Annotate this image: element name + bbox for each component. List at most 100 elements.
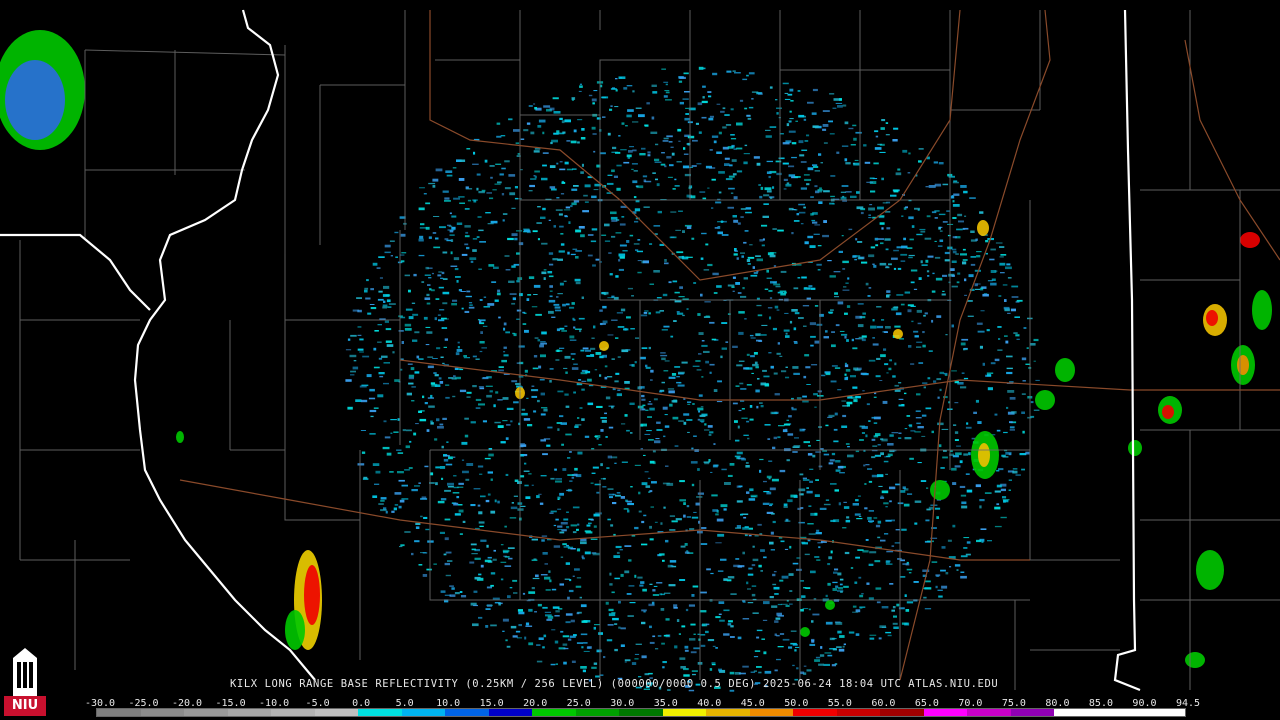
radar-echo [531, 587, 535, 590]
radar-echo [480, 539, 487, 542]
radar-echo [479, 241, 486, 243]
radar-echo [816, 559, 821, 561]
radar-echo [451, 303, 457, 306]
radar-echo [776, 172, 782, 176]
radar-echo [774, 633, 777, 636]
radar-echo [483, 296, 487, 298]
radar-echo [573, 391, 576, 394]
radar-echo [997, 349, 1003, 351]
radar-echo [439, 423, 444, 426]
radar-echo [872, 343, 879, 346]
radar-echo [837, 301, 844, 305]
radar-echo [803, 375, 807, 379]
radar-echo [1000, 488, 1006, 492]
radar-echo [829, 202, 834, 205]
radar-echo [692, 673, 696, 676]
radar-echo [931, 290, 936, 293]
radar-echo [656, 429, 663, 431]
radar-echo [953, 180, 958, 182]
radar-echo [886, 372, 889, 374]
radar-echo [746, 581, 749, 585]
radar-echo [699, 191, 706, 193]
radar-echo [744, 318, 747, 320]
radar-echo [875, 244, 879, 247]
radar-echo [613, 533, 616, 536]
radar-echo [502, 618, 509, 622]
radar-echo [355, 399, 362, 402]
radar-echo [404, 328, 412, 331]
radar-echo [518, 624, 522, 627]
radar-echo [802, 305, 810, 307]
radar-echo [872, 319, 875, 322]
radar-echo [663, 370, 669, 372]
radar-echo [438, 271, 443, 273]
radar-echo [730, 625, 734, 628]
radar-echo [449, 594, 456, 597]
radar-echo [718, 601, 725, 604]
radar-echo [584, 349, 591, 352]
radar-echo [702, 85, 706, 88]
radar-echo [610, 105, 613, 107]
radar-echo [607, 334, 614, 336]
radar-echo [806, 384, 811, 385]
radar-echo [833, 440, 839, 443]
radar-echo [760, 570, 763, 572]
radar-echo [576, 612, 580, 615]
radar-echo [717, 570, 724, 572]
radar-echo [457, 346, 460, 349]
radar-echo [817, 189, 823, 192]
radar-echo [493, 549, 496, 552]
radar-echo [712, 509, 718, 512]
radar-echo [663, 506, 666, 509]
radar-echo [788, 207, 794, 211]
radar-echo [637, 405, 644, 409]
storm-cell [825, 600, 835, 610]
radar-echo [605, 396, 611, 400]
radar-echo [411, 400, 415, 402]
radar-echo [962, 261, 967, 265]
radar-echo [848, 228, 853, 231]
radar-echo [688, 689, 695, 692]
radar-echo [722, 107, 726, 110]
radar-echo [570, 205, 573, 208]
radar-echo [427, 284, 431, 286]
radar-echo [753, 656, 759, 658]
radar-echo [424, 297, 431, 300]
radar-echo [656, 297, 662, 299]
radar-echo [686, 516, 691, 518]
radar-echo [573, 185, 579, 187]
radar-echo [916, 422, 921, 425]
radar-echo [515, 142, 520, 145]
radar-echo [626, 240, 630, 243]
radar-echo [817, 542, 823, 544]
radar-echo [797, 277, 801, 279]
radar-echo [792, 366, 799, 369]
radar-echo [837, 465, 844, 469]
radar-echo [905, 609, 910, 612]
radar-echo [807, 235, 814, 239]
radar-echo [511, 302, 516, 305]
radar-echo [908, 345, 912, 348]
radar-echo [516, 318, 520, 320]
radar-echo [392, 351, 395, 354]
radar-echo [621, 216, 625, 218]
radar-echo [901, 528, 907, 531]
radar-echo [623, 508, 629, 510]
radar-echo [969, 197, 976, 199]
radar-echo [569, 579, 572, 582]
radar-echo [434, 317, 437, 321]
radar-echo [725, 341, 729, 343]
radar-echo [910, 363, 915, 365]
radar-echo [593, 662, 598, 665]
radar-echo [442, 302, 448, 305]
radar-echo [865, 282, 869, 286]
radar-echo [626, 593, 632, 595]
radar-echo [548, 299, 556, 303]
radar-echo [707, 639, 715, 642]
radar-echo [488, 453, 494, 457]
radar-echo [852, 124, 857, 127]
radar-echo [946, 210, 950, 212]
radar-echo [928, 185, 936, 188]
radar-echo [888, 367, 892, 371]
radar-echo [555, 518, 559, 521]
